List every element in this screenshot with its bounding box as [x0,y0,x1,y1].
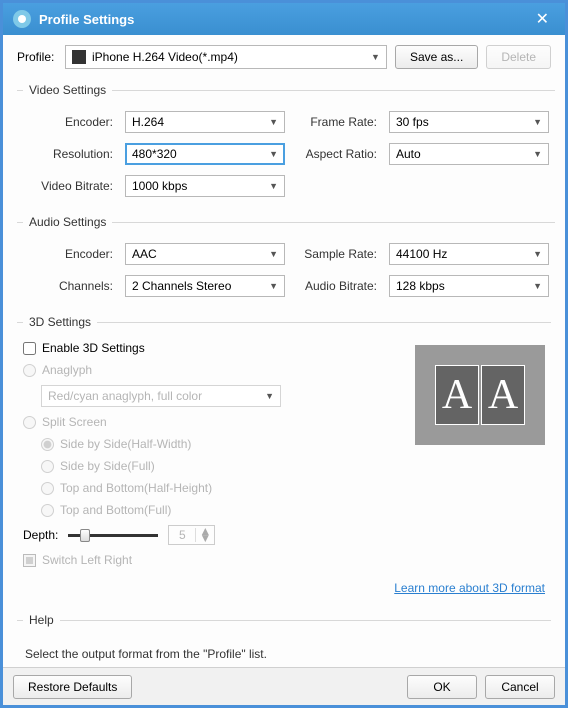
help-group: Help Select the output format from the "… [17,613,551,667]
chevron-down-icon: ▼ [269,181,278,191]
chevron-down-icon: ▼ [269,117,278,127]
tb-half-radio [41,482,54,495]
device-icon [72,50,86,64]
depth-spinner: 5 ▲▼ [168,525,215,545]
samplerate-select[interactable]: 44100 Hz▼ [389,243,549,265]
switch-lr-row: Switch Left Right [23,553,395,567]
aspect-label: Aspect Ratio: [297,147,377,161]
window-body: Profile: iPhone H.264 Video(*.mp4) ▼ Sav… [3,35,565,667]
channels-label: Channels: [23,279,113,293]
depth-slider[interactable] [68,534,158,537]
aspect-select[interactable]: Auto▼ [389,143,549,165]
chevron-down-icon: ▼ [265,391,274,401]
video-encoder-label: Encoder: [23,115,113,129]
enable-3d-label: Enable 3D Settings [42,341,145,355]
save-as-button[interactable]: Save as... [395,45,478,69]
framerate-label: Frame Rate: [297,115,377,129]
profile-select[interactable]: iPhone H.264 Video(*.mp4) ▼ [65,45,387,69]
enable-3d-row[interactable]: Enable 3D Settings [23,341,395,355]
slider-thumb[interactable] [80,529,90,542]
preview-left-glyph: A [435,365,479,425]
video-legend: Video Settings [23,83,112,97]
split-screen-radio-row: Split Screen [23,415,395,429]
anaglyph-label: Anaglyph [42,363,92,377]
audio-legend: Audio Settings [23,215,112,229]
split-screen-radio [23,416,36,429]
profile-label: Profile: [17,50,57,64]
enable-3d-checkbox[interactable] [23,342,36,355]
ok-button[interactable]: OK [407,675,477,699]
help-legend: Help [23,613,60,627]
chevron-down-icon: ▼ [269,281,278,291]
depth-label: Depth: [23,528,58,542]
close-icon[interactable]: ✕ [530,7,555,31]
chevron-down-icon: ▼ [269,149,278,159]
anaglyph-mode-select: Red/cyan anaglyph, full color ▼ [41,385,281,407]
3d-legend: 3D Settings [23,315,97,329]
video-bitrate-label: Video Bitrate: [23,179,113,193]
learn-more-link[interactable]: Learn more about 3D format [394,581,545,595]
video-encoder-select[interactable]: H.264▼ [125,111,285,133]
titlebar: Profile Settings ✕ [3,3,565,35]
spinner-arrows: ▲▼ [195,528,214,542]
chevron-down-icon: ▼ [371,52,380,62]
profile-row: Profile: iPhone H.264 Video(*.mp4) ▼ Sav… [17,45,551,69]
split-screen-label: Split Screen [42,415,107,429]
app-icon [13,10,31,28]
samplerate-label: Sample Rate: [297,247,377,261]
framerate-select[interactable]: 30 fps▼ [389,111,549,133]
cancel-button[interactable]: Cancel [485,675,555,699]
audio-bitrate-label: Audio Bitrate: [297,279,377,293]
channels-select[interactable]: 2 Channels Stereo▼ [125,275,285,297]
sbs-half-radio [41,438,54,451]
anaglyph-radio-row: Anaglyph [23,363,395,377]
restore-defaults-button[interactable]: Restore Defaults [13,675,132,699]
profile-value: iPhone H.264 Video(*.mp4) [92,50,371,64]
profile-settings-window: Profile Settings ✕ Profile: iPhone H.264… [3,3,565,705]
tb-full-radio [41,504,54,517]
chevron-down-icon: ▼ [533,117,542,127]
video-bitrate-select[interactable]: 1000 kbps▼ [125,175,285,197]
audio-bitrate-select[interactable]: 128 kbps▼ [389,275,549,297]
3d-settings-group: 3D Settings Enable 3D Settings Anaglyph … [17,315,551,603]
3d-preview: A A [415,345,545,445]
help-text: Select the output format from the "Profi… [23,641,545,667]
window-title: Profile Settings [39,12,530,27]
audio-settings-group: Audio Settings Encoder: AAC▼ Sample Rate… [17,215,555,305]
chevron-down-icon: ▼ [269,249,278,259]
resolution-select[interactable]: 480*320▼ [125,143,285,165]
sbs-full-radio [41,460,54,473]
resolution-label: Resolution: [23,147,113,161]
preview-right-glyph: A [481,365,525,425]
switch-lr-checkbox [23,554,36,567]
chevron-down-icon: ▼ [533,249,542,259]
switch-lr-label: Switch Left Right [42,553,132,567]
audio-encoder-label: Encoder: [23,247,113,261]
chevron-down-icon: ▼ [533,149,542,159]
chevron-down-icon: ▼ [533,281,542,291]
video-settings-group: Video Settings Encoder: H.264▼ Frame Rat… [17,83,555,205]
depth-row: Depth: 5 ▲▼ [23,525,395,545]
anaglyph-radio [23,364,36,377]
footer: Restore Defaults OK Cancel [3,667,565,705]
delete-button: Delete [486,45,551,69]
audio-encoder-select[interactable]: AAC▼ [125,243,285,265]
